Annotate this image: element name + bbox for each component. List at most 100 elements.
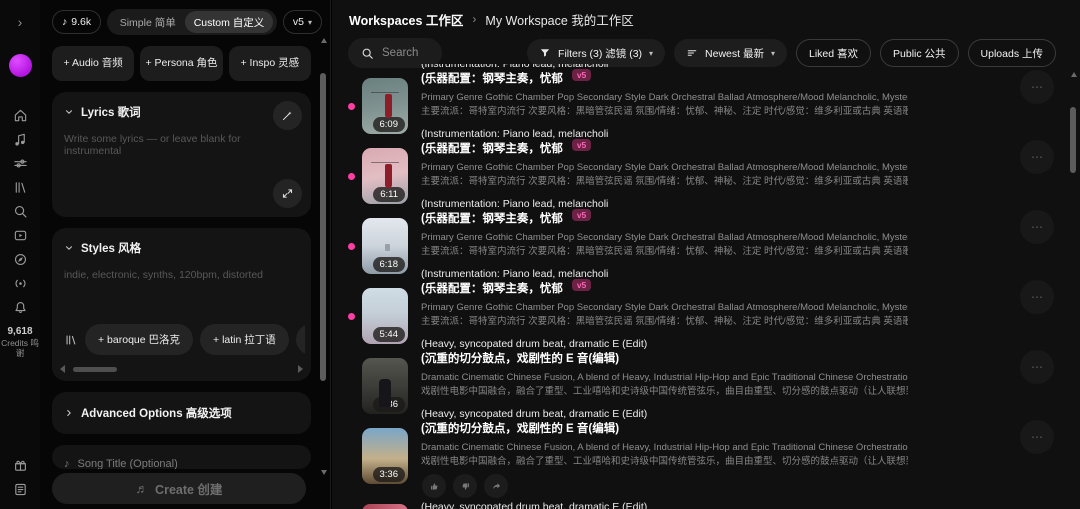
thumbs-up-button[interactable] bbox=[422, 474, 446, 498]
mode-tabs: Simple 简单 Custom 自定义 bbox=[107, 9, 277, 35]
song-thumbnail[interactable]: 6:09 bbox=[362, 78, 408, 134]
filters-button[interactable]: Filters (3) 滤镜 (3) ▾ bbox=[527, 39, 666, 67]
breadcrumb-workspaces[interactable]: Workspaces 工作区 bbox=[349, 10, 463, 29]
notifications-bell-icon[interactable] bbox=[8, 295, 32, 319]
style-chip-baroque[interactable]: + baroque 巴洛克 bbox=[85, 324, 194, 355]
breadcrumb: Workspaces 工作区 › My Workspace 我的工作区 bbox=[332, 0, 1080, 38]
scroll-up-arrow[interactable] bbox=[1071, 72, 1077, 77]
song-thumbnail[interactable]: 6:11 bbox=[362, 148, 408, 204]
expand-sidebar-icon[interactable]: › bbox=[18, 14, 23, 30]
add-persona-button[interactable]: + Persona 角色 bbox=[140, 46, 223, 81]
song-desc-cn: 主要流派：哥特室内流行 次要风格：黑暗管弦民谣 氛围/情绪：忧郁、神秘、注定 时… bbox=[421, 106, 908, 117]
scroll-right-arrow[interactable] bbox=[298, 365, 303, 373]
home-icon[interactable] bbox=[8, 103, 32, 127]
explore-compass-icon[interactable] bbox=[8, 247, 32, 271]
library-icon[interactable] bbox=[8, 175, 32, 199]
model-version-dropdown[interactable]: v5 ▾ bbox=[282, 10, 322, 34]
song-row[interactable]: 6:09 (Instrumentation: Piano lead, melan… bbox=[348, 64, 1054, 134]
song-thumbnail[interactable] bbox=[362, 504, 408, 509]
credits-pill[interactable]: ♪ 9.6k bbox=[52, 10, 102, 34]
more-options-button[interactable]: ⋯ bbox=[1020, 350, 1054, 384]
song-row[interactable]: 6:18 (Instrumentation: Piano lead, melan… bbox=[348, 192, 1054, 274]
create-button[interactable]: ♬ Create 创建 bbox=[52, 473, 306, 504]
create-music-icon[interactable] bbox=[8, 127, 32, 151]
song-text: (Instrumentation: Piano lead, melancholi… bbox=[421, 122, 908, 188]
chevron-down-icon: ▾ bbox=[649, 48, 654, 58]
playlist-icon[interactable] bbox=[8, 223, 32, 247]
more-options-button[interactable]: ⋯ bbox=[1020, 420, 1054, 454]
credits-label: Credits 鸣谢 bbox=[1, 338, 39, 358]
notes-doc-icon[interactable] bbox=[8, 477, 32, 501]
search-input[interactable] bbox=[382, 47, 429, 59]
song-thumbnail[interactable]: 3:36 bbox=[362, 428, 408, 484]
song-text: (Instrumentation: Piano lead, melancholi… bbox=[421, 64, 908, 118]
chevron-down-icon: ▾ bbox=[307, 17, 312, 27]
lyrics-input[interactable]: Write some lyrics — or leave blank for i… bbox=[64, 133, 299, 157]
unplayed-dot-col bbox=[348, 192, 362, 250]
unplayed-dot-col bbox=[348, 64, 362, 110]
lyrics-section-toggle[interactable]: Lyrics 歌词 bbox=[64, 104, 299, 120]
version-badge: v5 bbox=[571, 279, 592, 291]
song-row-partial[interactable]: (Heavy, syncopated drum beat, dramatic E… bbox=[348, 500, 1054, 509]
generate-lyrics-wand-button[interactable] bbox=[273, 101, 302, 130]
song-row[interactable]: 6:11 (Instrumentation: Piano lead, melan… bbox=[348, 122, 1054, 204]
liked-filter-button[interactable]: Liked 喜欢 bbox=[796, 39, 872, 67]
public-filter-button[interactable]: Public 公共 bbox=[880, 39, 959, 67]
scrollbar-thumb[interactable] bbox=[73, 366, 117, 372]
song-title-en: (Instrumentation: Piano lead, melancholi bbox=[421, 268, 609, 280]
chevron-down-icon bbox=[66, 246, 72, 250]
tab-custom[interactable]: Custom 自定义 bbox=[184, 11, 274, 33]
creation-panel: ♪ 9.6k Simple 简单 Custom 自定义 v5 ▾ + Audio… bbox=[40, 0, 331, 509]
funnel-icon bbox=[540, 49, 550, 57]
scroll-left-arrow[interactable] bbox=[60, 365, 65, 373]
thumbs-down-button[interactable] bbox=[453, 474, 477, 498]
styles-section-toggle[interactable]: Styles 风格 bbox=[64, 240, 299, 256]
scrollbar-thumb[interactable] bbox=[1070, 107, 1076, 173]
tab-simple[interactable]: Simple 简单 bbox=[111, 11, 185, 33]
breadcrumb-current[interactable]: My Workspace 我的工作区 bbox=[485, 10, 633, 29]
scrollbar-thumb[interactable] bbox=[320, 73, 326, 381]
expand-lyrics-button[interactable] bbox=[273, 179, 302, 208]
panel-scrollbar[interactable] bbox=[320, 38, 327, 475]
song-row[interactable]: 3:36 (Heavy, syncopated drum beat, drama… bbox=[348, 332, 1054, 414]
more-options-button[interactable]: ⋯ bbox=[1020, 210, 1054, 244]
style-chip-latin[interactable]: + latin 拉丁语 bbox=[200, 324, 289, 355]
song-thumbnail[interactable]: 6:18 bbox=[362, 218, 408, 274]
song-desc-cn: 主要流派：哥特室内流行 次要风格：黑暗管弦民谣 氛围/情绪：忧郁、神秘、注定 时… bbox=[421, 176, 908, 187]
advanced-options-toggle[interactable]: Advanced Options 高级选项 bbox=[64, 405, 299, 421]
song-thumbnail[interactable]: 3:36 bbox=[362, 358, 408, 414]
song-row[interactable]: 5:44 (Instrumentation: Piano lead, melan… bbox=[348, 262, 1054, 344]
song-row[interactable]: 3:36 (Heavy, syncopated drum beat, drama… bbox=[348, 402, 1054, 484]
add-audio-button[interactable]: + Audio 音频 bbox=[52, 46, 135, 81]
song-thumbnail[interactable]: 5:44 bbox=[362, 288, 408, 344]
gift-icon[interactable] bbox=[8, 453, 32, 477]
scroll-down-arrow[interactable] bbox=[321, 470, 327, 475]
song-title-cn: (乐器配置：钢琴主奏，忧郁 bbox=[421, 143, 563, 155]
add-inspo-button[interactable]: + Inspo 灵感 bbox=[228, 46, 311, 81]
song-title-en: (Instrumentation: Piano lead, melancholi bbox=[421, 64, 609, 70]
more-options-button[interactable]: ⋯ bbox=[1020, 280, 1054, 314]
chips-horizontal-scrollbar[interactable] bbox=[60, 365, 303, 373]
style-chip-truncated[interactable]: + d bbox=[295, 324, 305, 355]
content-scrollbar[interactable] bbox=[1070, 72, 1077, 505]
share-button[interactable] bbox=[484, 474, 508, 498]
styles-input[interactable]: indie, electronic, synths, 120bpm, disto… bbox=[64, 269, 299, 281]
more-options-button[interactable]: ⋯ bbox=[1020, 70, 1054, 104]
more-options-button[interactable]: ⋯ bbox=[1020, 140, 1054, 174]
song-title-cn: (沉重的切分鼓点，戏剧性的 E 音(编辑) bbox=[421, 353, 620, 365]
model-version-label: v5 bbox=[292, 16, 304, 28]
song-title-input[interactable]: Song Title (Optional) bbox=[78, 458, 178, 469]
styles-title: Styles 风格 bbox=[81, 243, 142, 255]
version-badge: v5 bbox=[571, 139, 592, 151]
avatar[interactable] bbox=[8, 54, 32, 77]
song-desc-cn: 戏剧性电影中国融合，融合了重型、工业嘻哈和史诗级中国传统管弦乐，曲目由重型、切分… bbox=[421, 386, 908, 397]
sort-button[interactable]: Newest 最新 ▾ bbox=[674, 39, 787, 67]
style-library-icon[interactable] bbox=[64, 333, 78, 347]
scroll-up-arrow[interactable] bbox=[321, 38, 327, 43]
song-list: 6:09 (Instrumentation: Piano lead, melan… bbox=[348, 64, 1054, 509]
radio-icon[interactable] bbox=[8, 271, 32, 295]
search-icon[interactable] bbox=[8, 199, 32, 223]
credits-counter[interactable]: 9,618 Credits 鸣谢 bbox=[1, 327, 39, 359]
mixer-icon[interactable] bbox=[8, 151, 32, 175]
uploads-filter-button[interactable]: Uploads 上传 bbox=[967, 39, 1056, 67]
